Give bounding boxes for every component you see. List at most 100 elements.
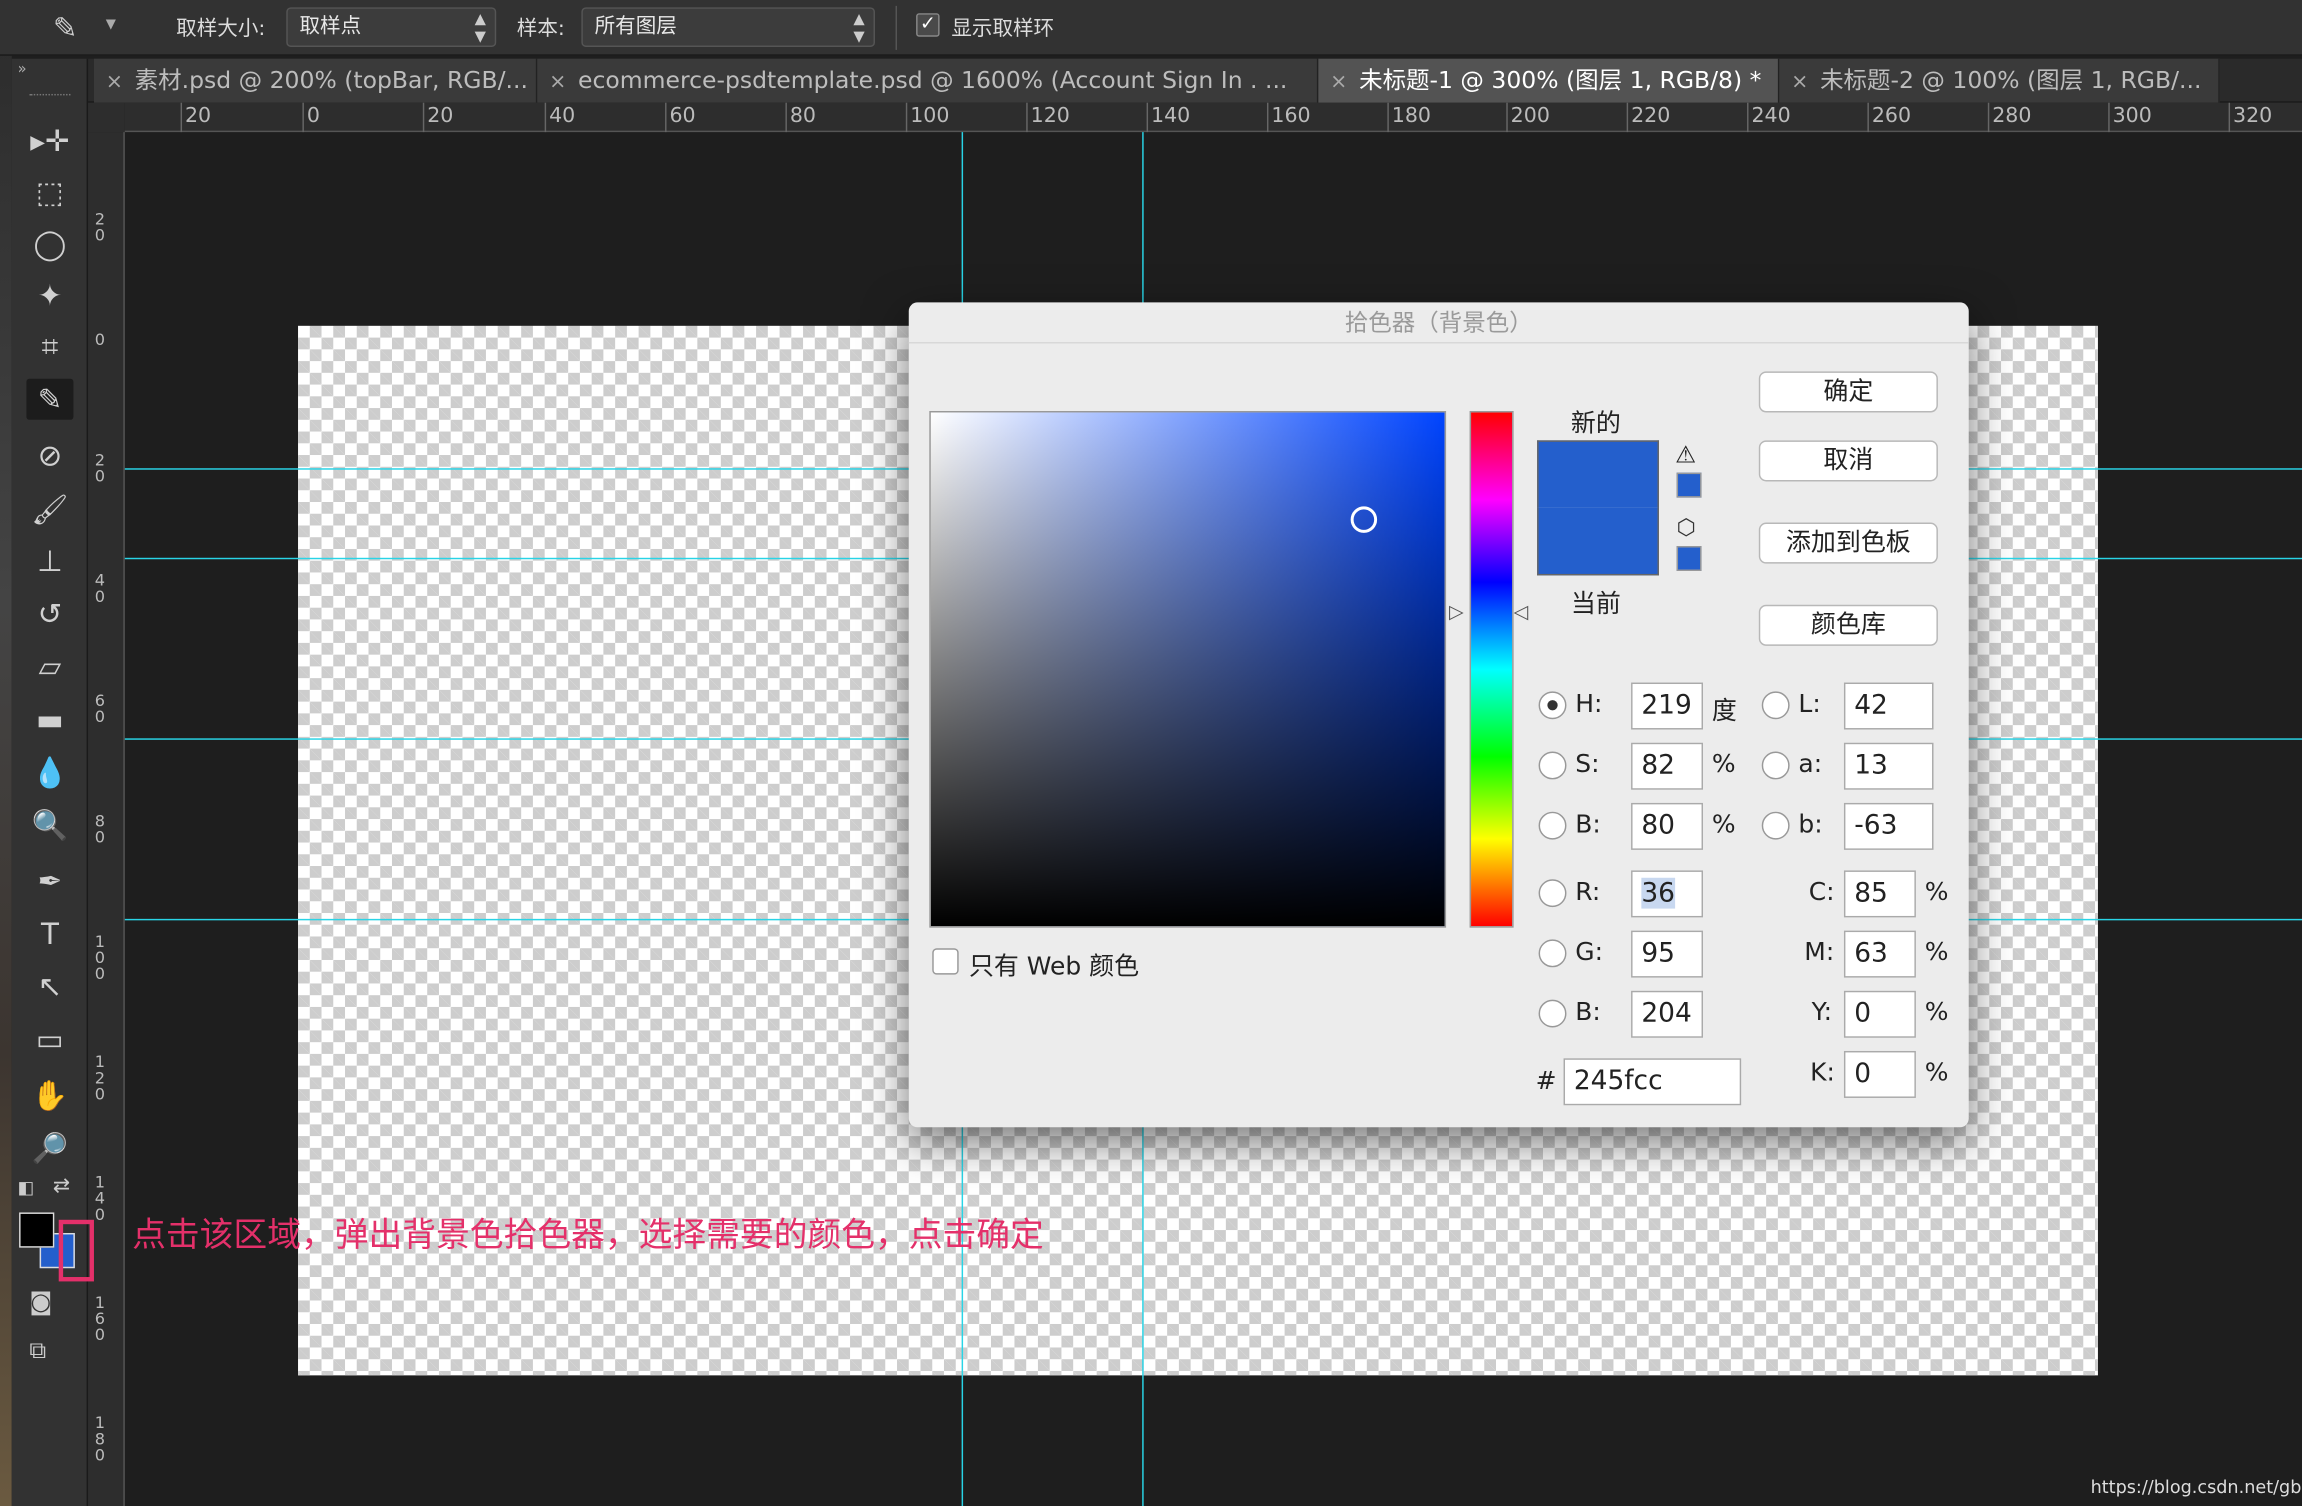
y-label: Y: — [1811, 998, 1832, 1028]
m-field[interactable]: 63 — [1843, 930, 1916, 978]
clone-stamp-tool[interactable]: ⊥ — [26, 540, 73, 581]
ruler-label: 240 — [1751, 104, 1791, 128]
tab-label: ecommerce-psdtemplate.psd @ 1600% (Accou… — [578, 66, 1288, 94]
quick-mask-icon[interactable]: ◙ — [29, 1287, 52, 1315]
color-field-cursor[interactable] — [1350, 506, 1378, 533]
watermark: https://blog.csdn.net/gbwine — [2090, 1476, 2302, 1498]
marquee-tool[interactable]: ⬚ — [26, 172, 73, 213]
crop-tool[interactable]: ⌗ — [26, 326, 73, 367]
type-tool[interactable]: T — [26, 913, 73, 954]
brush-tool[interactable]: 🖌 — [26, 489, 73, 530]
s-field[interactable]: 82 — [1631, 742, 1704, 790]
hand-tool[interactable]: ✋ — [26, 1074, 73, 1115]
ruler-tick — [1987, 102, 1990, 133]
eyedropper-tool[interactable]: ✎ — [26, 378, 74, 420]
ruler-tick — [422, 102, 425, 133]
rgb-b-field[interactable]: 204 — [1631, 990, 1704, 1038]
l-field[interactable]: 42 — [1843, 682, 1934, 730]
ruler-label: 300 — [2112, 104, 2152, 128]
web-safe-cube-icon[interactable]: ⬡ — [1677, 514, 1696, 540]
default-colors-icon[interactable]: ◧ — [18, 1177, 35, 1198]
pen-tool[interactable]: ✒ — [26, 860, 73, 901]
r-radio[interactable] — [1538, 879, 1567, 908]
h-field[interactable]: 219 — [1631, 682, 1704, 730]
b-radio[interactable] — [1538, 811, 1567, 840]
swap-colors-icon[interactable]: ⇄ — [53, 1174, 70, 1197]
show-ring-checkbox[interactable]: ✓ — [916, 13, 940, 37]
h-radio[interactable] — [1538, 691, 1567, 720]
ruler-tick — [1146, 102, 1149, 133]
lab-b-radio[interactable] — [1761, 811, 1790, 840]
ruler-label: 280 — [1992, 104, 2032, 128]
lab-b-label: b: — [1798, 810, 1823, 840]
cancel-button[interactable]: 取消 — [1758, 440, 1938, 482]
color-field[interactable] — [929, 410, 1447, 928]
healing-brush-tool[interactable]: ⊘ — [26, 434, 73, 475]
ok-button[interactable]: 确定 — [1758, 371, 1938, 413]
ruler-tick — [1626, 102, 1629, 133]
web-safe-swatch[interactable] — [1676, 546, 1702, 571]
close-icon[interactable]: × — [1791, 70, 1808, 93]
gradient-tool[interactable]: ▬ — [26, 699, 73, 740]
ruler-label: 160 — [94, 1293, 105, 1345]
hue-slider[interactable] — [1469, 410, 1514, 928]
sample-select[interactable]: 所有图层 ▲ ▼ — [581, 7, 875, 47]
desktop-edge — [0, 0, 12, 1506]
sample-size-select[interactable]: 取样点 ▲ ▼ — [286, 7, 497, 47]
foreground-color-swatch[interactable] — [19, 1212, 55, 1248]
ruler-label: 140 — [1150, 104, 1191, 128]
l-radio[interactable] — [1761, 691, 1790, 720]
gamut-warning-icon[interactable]: ⚠ — [1675, 440, 1696, 468]
tab-document-1[interactable]: × 素材.psd @ 200% (topBar, RGB/... — [93, 58, 538, 103]
ruler-tick — [665, 102, 667, 133]
magic-wand-tool[interactable]: ✦ — [26, 274, 73, 315]
k-field[interactable]: 0 — [1843, 1050, 1916, 1098]
close-icon[interactable]: × — [1330, 70, 1347, 93]
lasso-tool[interactable]: ◯ — [26, 223, 73, 264]
k-unit: % — [1924, 1058, 1949, 1088]
eraser-tool[interactable]: ▱ — [26, 646, 73, 687]
a-field[interactable]: 13 — [1843, 742, 1934, 790]
path-selection-tool[interactable]: ↖ — [26, 966, 73, 1007]
r-field[interactable]: 36 — [1631, 870, 1704, 918]
color-libraries-button[interactable]: 颜色库 — [1758, 604, 1938, 646]
screen-mode-icon[interactable]: ⧉ — [29, 1336, 46, 1365]
s-radio[interactable] — [1538, 751, 1567, 780]
ruler-label: 60 — [669, 104, 696, 128]
close-icon[interactable]: × — [549, 70, 566, 93]
select-arrows-icon: ▲ ▼ — [853, 11, 865, 46]
hex-field[interactable]: 245fcc — [1563, 1058, 1742, 1106]
hue-slider-right-arrow-icon[interactable]: ◁ — [1514, 602, 1529, 624]
close-icon[interactable]: × — [106, 70, 123, 93]
ruler-label: 40 — [94, 570, 105, 607]
rgb-b-radio[interactable] — [1538, 999, 1567, 1028]
y-field[interactable]: 0 — [1843, 990, 1916, 1038]
hue-slider-left-arrow-icon[interactable]: ▷ — [1449, 602, 1464, 624]
tool-preset-chevron-icon[interactable]: ▼ — [106, 18, 116, 33]
current-color-swatch[interactable] — [1537, 507, 1659, 576]
g-field[interactable]: 95 — [1631, 930, 1704, 978]
g-radio[interactable] — [1538, 939, 1567, 968]
tab-document-3[interactable]: × 未标题-1 @ 300% (图层 1, RGB/8) * — [1318, 58, 1780, 103]
add-to-swatches-button[interactable]: 添加到色板 — [1758, 522, 1938, 564]
gamut-swatch[interactable] — [1676, 472, 1702, 498]
move-tool[interactable]: ▸✛ — [26, 120, 73, 161]
web-only-checkbox[interactable] — [932, 948, 959, 975]
h-label: H: — [1575, 689, 1603, 720]
rectangle-tool[interactable]: ▭ — [26, 1019, 73, 1060]
y-unit: % — [1924, 998, 1949, 1028]
tab-document-4[interactable]: × 未标题-2 @ 100% (图层 1, RGB/... — [1779, 58, 2220, 103]
sample-size-label: 取样大小: — [176, 17, 266, 42]
zoom-tool[interactable]: 🔎 — [26, 1127, 73, 1168]
brightness-field[interactable]: 80 — [1631, 802, 1704, 850]
ruler-label: 80 — [789, 104, 817, 128]
a-radio[interactable] — [1761, 751, 1790, 780]
blur-tool[interactable]: 💧 — [26, 752, 73, 793]
history-brush-tool[interactable]: ↺ — [26, 593, 73, 634]
ruler-label: 120 — [1030, 104, 1070, 128]
dodge-tool[interactable]: 🔍 — [26, 804, 73, 845]
c-field[interactable]: 85 — [1843, 870, 1916, 918]
tab-document-2[interactable]: × ecommerce-psdtemplate.psd @ 1600% (Acco… — [537, 58, 1319, 103]
lab-b-field[interactable]: -63 — [1843, 802, 1934, 850]
ruler-tick — [1747, 102, 1749, 133]
